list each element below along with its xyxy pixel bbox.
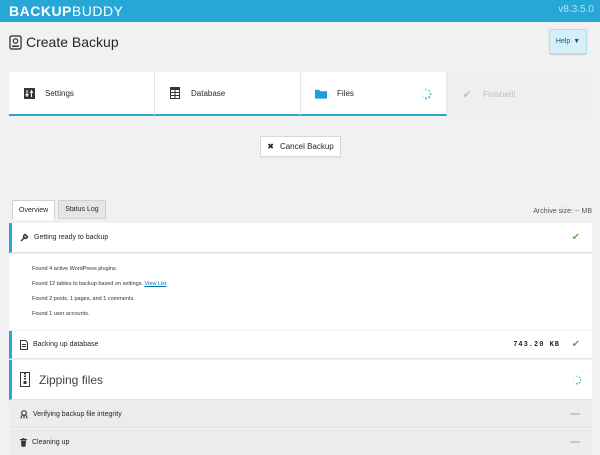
- step-files[interactable]: Files: [301, 72, 447, 116]
- version-label: v8.3.5.0: [558, 4, 594, 15]
- success-check-icon: ✔: [571, 339, 580, 350]
- hazard-icon: [20, 409, 28, 419]
- sliders-icon: [23, 87, 35, 99]
- step-row-cleanup: Cleaning up: [9, 429, 592, 455]
- backup-steps: Settings Database Files ✔ Finished!: [9, 72, 592, 116]
- cleanup-label: Cleaning up: [32, 438, 70, 446]
- cancel-backup-label: Cancel Backup: [279, 142, 334, 151]
- step-row-zipping: Zipping files: [9, 360, 592, 400]
- pending-dash-icon: [570, 441, 580, 443]
- table-icon: [169, 87, 181, 99]
- detail-text: Found 2 posts, 1 pages, and 1 comments.: [32, 296, 135, 302]
- step-row-getting-ready: Getting ready to backup ✔: [9, 223, 592, 253]
- detail-line: Found 2 posts, 1 pages, and 1 comments.: [32, 292, 592, 307]
- loading-spinner-icon: [420, 88, 432, 100]
- pending-dash-icon: [570, 413, 580, 415]
- page-title-wrap: Create Backup: [9, 34, 119, 50]
- step-database[interactable]: Database: [155, 72, 301, 116]
- step-settings[interactable]: Settings: [9, 72, 155, 116]
- trash-icon: [20, 437, 27, 447]
- detail-text: Found 1 user accounts.: [32, 311, 90, 317]
- database-row-label: Backing up database: [33, 341, 99, 348]
- getting-ready-label: Getting ready to backup: [34, 234, 109, 241]
- verifying-label: Verifying backup file integrity: [33, 410, 122, 418]
- detail-line: Found 1 user accounts.: [32, 307, 592, 322]
- help-label: Help: [555, 38, 571, 45]
- step-finished: ✔ Finished!: [447, 72, 592, 116]
- close-icon: ✖: [267, 142, 274, 151]
- step-row-verifying: Verifying backup file integrity: [9, 401, 592, 428]
- help-button[interactable]: Help ▼: [549, 29, 587, 54]
- tab-bar: Overview Status Log: [12, 200, 106, 220]
- database-size: 743.20 KB: [513, 340, 560, 349]
- caret-down-icon: ▼: [573, 38, 581, 45]
- folder-icon: [315, 87, 327, 99]
- brand-logo: BACKUPBUDDY: [9, 3, 123, 19]
- loading-spinner-icon: [572, 374, 582, 385]
- cancel-backup-button[interactable]: ✖ Cancel Backup: [260, 136, 341, 157]
- step-settings-label: Settings: [45, 88, 74, 98]
- wrench-icon: [20, 233, 29, 242]
- tab-overview-label: Overview: [19, 206, 49, 214]
- tab-overview[interactable]: Overview: [12, 200, 56, 220]
- view-list-link[interactable]: View List: [145, 281, 167, 287]
- zip-icon: [20, 372, 30, 387]
- detail-text: Found 12 tables to backup based on setti…: [32, 281, 143, 287]
- detail-text: Found 4 active WordPress plugins.: [32, 266, 118, 272]
- zipping-files-label: Zipping files: [39, 372, 104, 387]
- tab-status-log[interactable]: Status Log: [58, 200, 106, 219]
- getting-ready-details: Found 4 active WordPress plugins. Found …: [9, 253, 592, 330]
- archive-size: Archive size: -- MB: [533, 208, 592, 215]
- success-check-icon: ✔: [571, 232, 580, 243]
- step-files-label: Files: [337, 88, 354, 98]
- detail-line: Found 12 tables to backup based on setti…: [32, 277, 592, 292]
- logo-light-text: BUDDY: [71, 3, 124, 19]
- file-icon: [20, 339, 28, 350]
- page-title: Create Backup: [26, 34, 119, 50]
- top-bar: BACKUPBUDDY v8.3.5.0: [0, 0, 600, 22]
- step-database-label: Database: [191, 88, 226, 98]
- tab-status-log-label: Status Log: [65, 206, 99, 213]
- backup-icon: [9, 34, 22, 50]
- step-row-database: Backing up database 743.20 KB ✔: [9, 331, 592, 359]
- logo-bold-text: BACKUP: [9, 3, 72, 19]
- detail-line: Found 4 active WordPress plugins.: [32, 262, 592, 277]
- step-finished-label: Finished!: [483, 89, 516, 99]
- check-icon: ✔: [462, 88, 472, 101]
